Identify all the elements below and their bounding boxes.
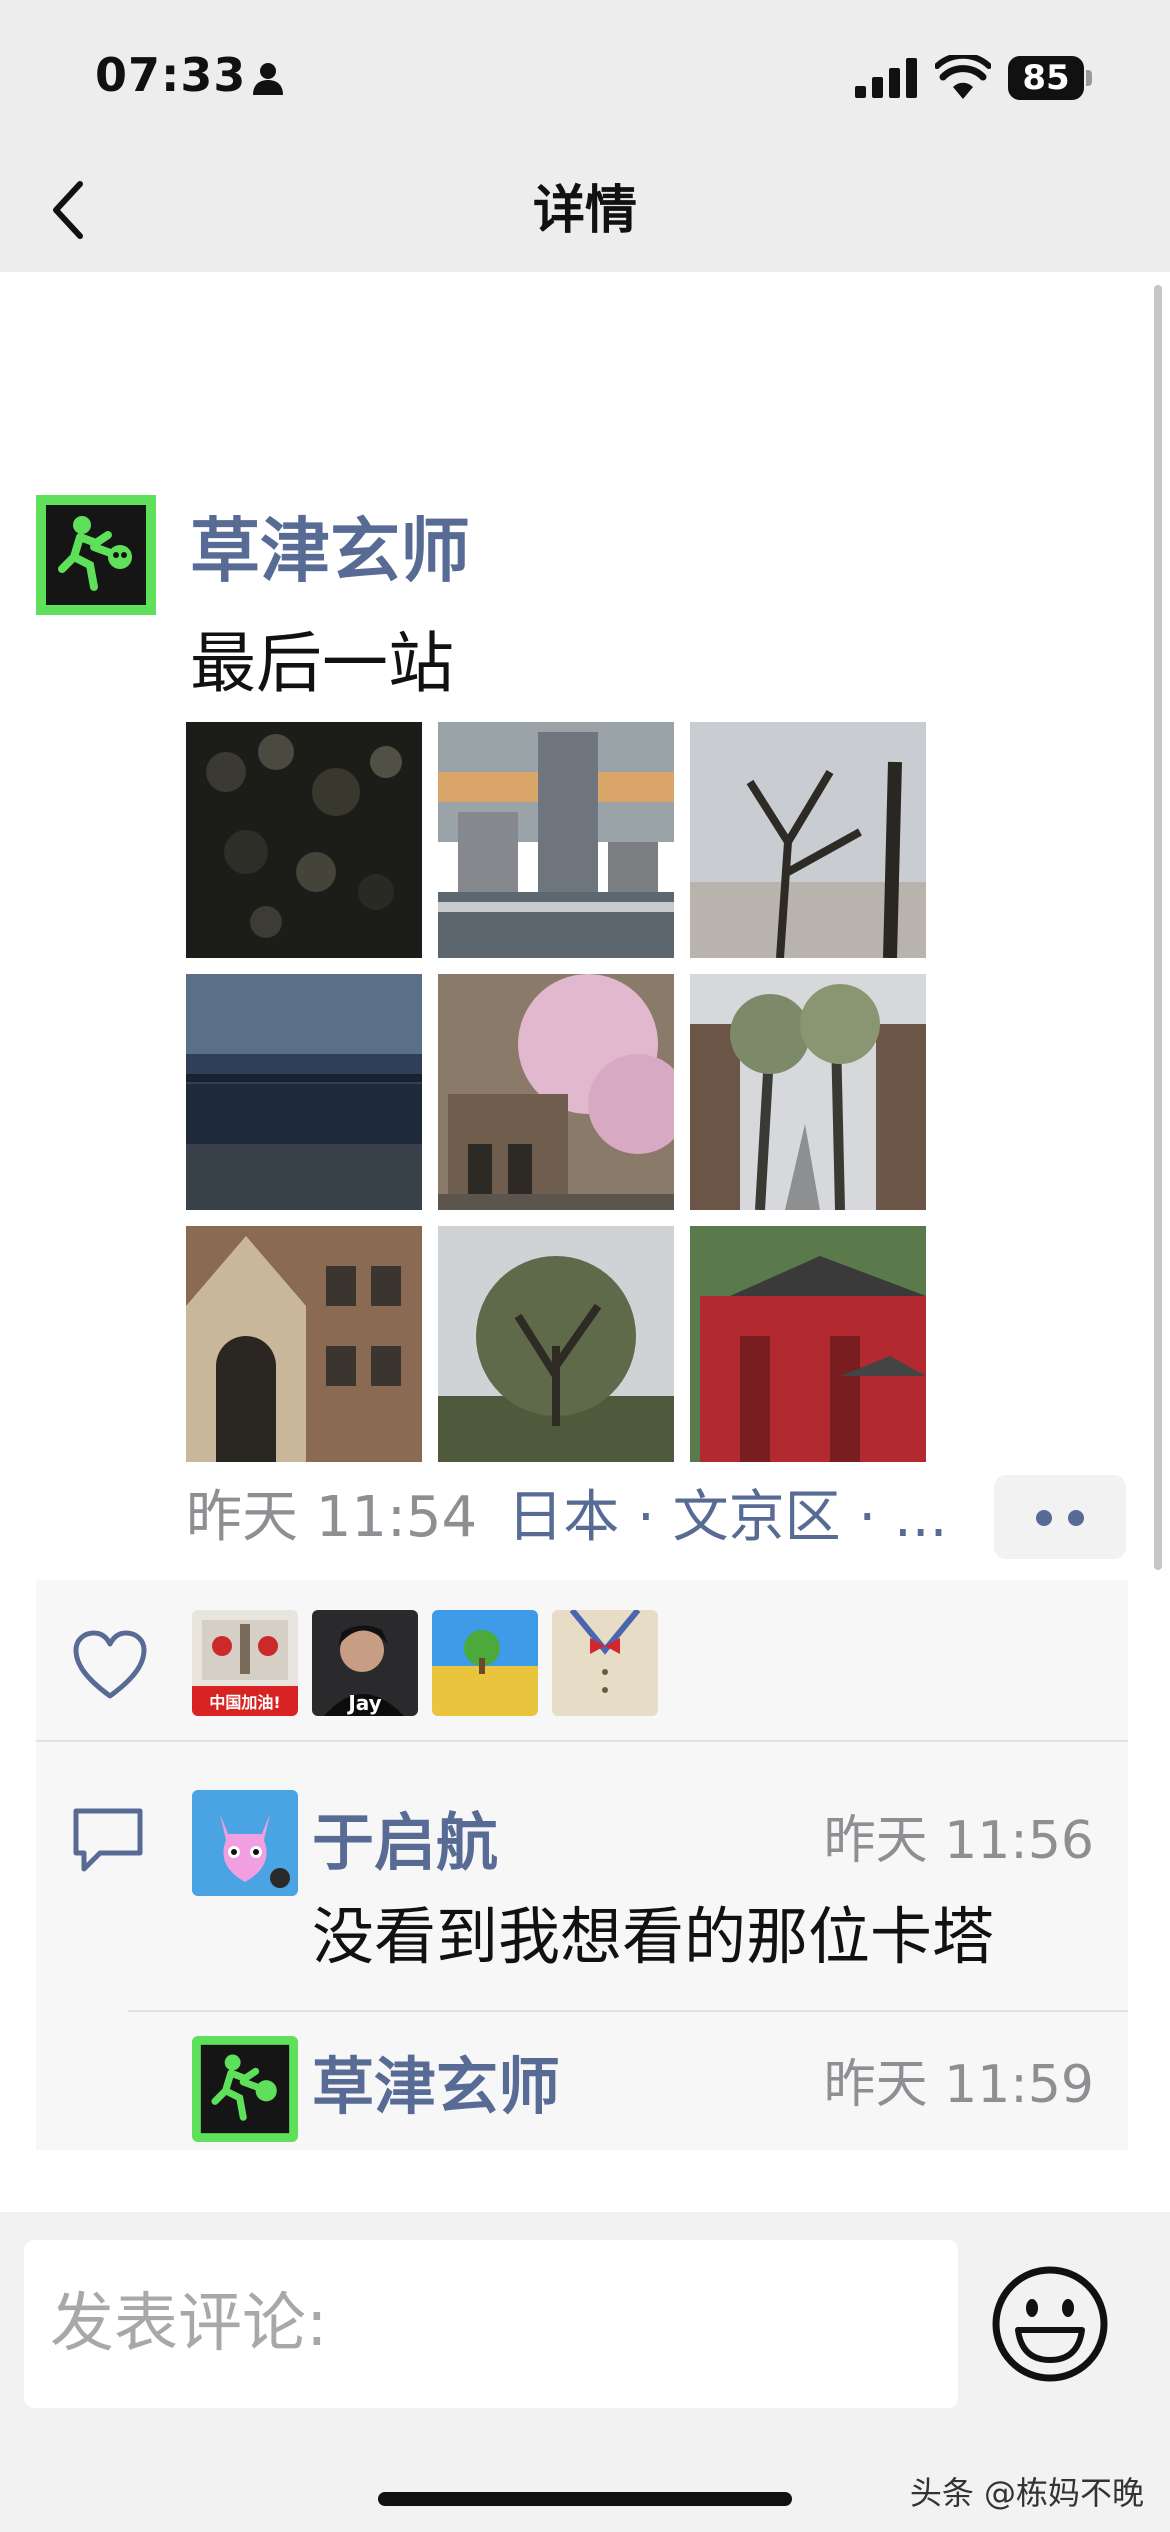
- post-time: 昨天 11:54: [186, 1485, 478, 1550]
- scrollbar[interactable]: [1154, 285, 1162, 1570]
- comment-text[interactable]: 没看到我想看的那位卡塔: [312, 1886, 994, 1976]
- like-avatar-4[interactable]: [552, 1610, 658, 1716]
- signal-icon: [855, 58, 917, 98]
- watermark: 头条 @栋妈不晚: [909, 2474, 1144, 2512]
- photo-grid: [186, 722, 928, 1462]
- photo-7[interactable]: [186, 1226, 422, 1462]
- comment-time: 昨天 11:59: [823, 2055, 1094, 2115]
- wifi-icon: [935, 55, 991, 99]
- photo-2[interactable]: [438, 722, 674, 958]
- post-location[interactable]: 日本 · 文京区 · ...: [507, 1485, 947, 1550]
- post-author-name[interactable]: 草津玄师: [190, 495, 470, 596]
- photo-1[interactable]: [186, 722, 422, 958]
- comment-input[interactable]: [24, 2240, 958, 2408]
- like-avatar-3[interactable]: [432, 1610, 538, 1716]
- comment-divider: [128, 2010, 1128, 2012]
- photo-3[interactable]: [690, 722, 926, 958]
- emoji-smile-icon[interactable]: [990, 2264, 1110, 2384]
- like-avatar-2[interactable]: Jay: [312, 1610, 418, 1716]
- photo-4[interactable]: [186, 974, 422, 1210]
- like-avatar-1-label: 中国加油!: [209, 1693, 280, 1712]
- photo-8[interactable]: [438, 1226, 674, 1462]
- comment-avatar[interactable]: [192, 1790, 298, 1896]
- home-indicator[interactable]: [378, 2492, 792, 2506]
- comment-input-bar: 头条 @栋妈不晚: [0, 2212, 1170, 2532]
- person-icon: [253, 63, 283, 95]
- comment-bubble-icon: [73, 1808, 143, 1872]
- photo-5[interactable]: [438, 974, 674, 1210]
- heart-icon: [73, 1630, 147, 1699]
- status-time: 07:33: [95, 48, 247, 102]
- page-title: 详情: [532, 181, 637, 241]
- comment-time: 昨天 11:56: [823, 1811, 1094, 1871]
- like-avatar-1[interactable]: 中国加油!: [192, 1610, 298, 1716]
- comment-avatar[interactable]: [192, 2036, 298, 2142]
- post-meta: 昨天 11:54 日本 · 文京区 · ...: [186, 1478, 947, 1558]
- comment-author[interactable]: 草津玄师: [312, 2036, 560, 2126]
- like-avatar-2-label: Jay: [346, 1691, 381, 1715]
- post-text: 最后一站: [190, 625, 454, 702]
- chevron-left-icon[interactable]: [40, 172, 100, 248]
- comment-author[interactable]: 于启航: [312, 1792, 498, 1882]
- interaction-panel: 中国加油! Jay 于启航 昨天 11:56 没看到我想看的那位卡塔 草津玄师 …: [36, 1580, 1128, 2150]
- nav-bar: 详情: [0, 150, 1170, 272]
- battery-indicator: 85: [1008, 56, 1092, 100]
- photo-6[interactable]: [690, 974, 926, 1210]
- more-dots-icon[interactable]: [994, 1475, 1126, 1559]
- author-avatar[interactable]: [36, 495, 156, 615]
- status-bar: 07:33 85: [0, 0, 1170, 150]
- battery-level: 85: [1022, 58, 1070, 98]
- likes-divider: [36, 1740, 1128, 1742]
- photo-9[interactable]: [690, 1226, 926, 1462]
